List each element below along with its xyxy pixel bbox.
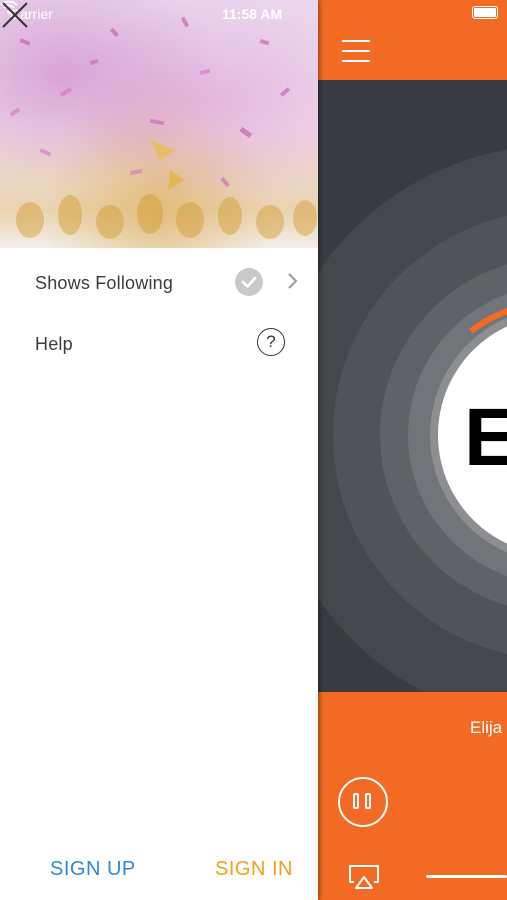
sign-up-button[interactable]: SIGN UP <box>50 858 136 881</box>
station-logo-text: E <box>464 392 507 483</box>
help-icon[interactable]: ? <box>257 328 285 356</box>
menu-item-label: Help <box>35 334 73 354</box>
sign-in-button[interactable]: SIGN IN <box>215 858 293 881</box>
track-title: Elija <box>470 718 503 737</box>
pause-button[interactable] <box>338 777 388 827</box>
menu-item-label: Shows Following <box>35 273 174 293</box>
menu-icon[interactable] <box>342 40 370 64</box>
pause-icon <box>353 793 359 809</box>
airplay-icon[interactable] <box>348 864 380 890</box>
volume-slider[interactable] <box>426 875 507 878</box>
now-playing-panel: E Elija <box>318 0 507 900</box>
check-icon <box>235 268 263 296</box>
chevron-right-icon[interactable] <box>287 272 299 290</box>
close-icon[interactable] <box>0 0 30 30</box>
menu-item-shows-following[interactable]: Shows Following <box>0 258 318 318</box>
battery-icon <box>472 6 498 19</box>
header-image: Carrier 11:58 AM <box>0 0 318 248</box>
confetti-crowd-image <box>9 16 317 239</box>
player-top-bar <box>318 0 507 80</box>
status-time: 11:58 AM <box>222 6 283 22</box>
player-controls: Elija <box>318 692 507 900</box>
artwork-rings: E <box>318 149 507 692</box>
side-drawer: Carrier 11:58 AM Shows Following Help ? … <box>0 0 318 900</box>
album-artwork: E <box>318 80 507 692</box>
